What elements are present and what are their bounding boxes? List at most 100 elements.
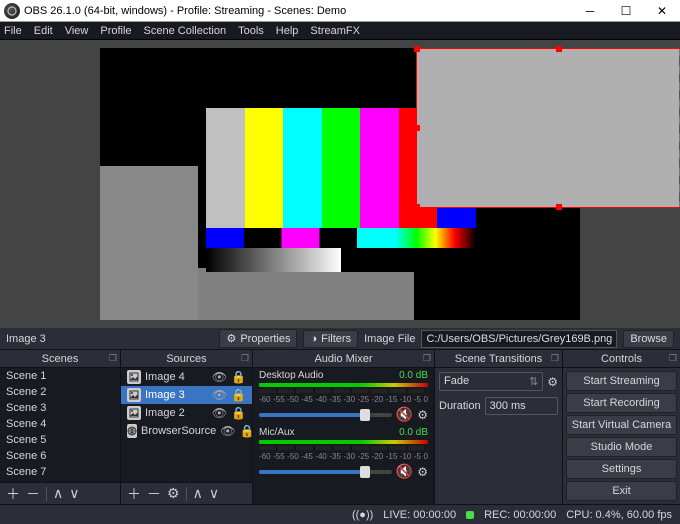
app-logo-icon bbox=[4, 3, 20, 19]
gear-icon: ⚙ bbox=[226, 332, 236, 345]
source-item[interactable]: BrowserSource 👁 🔒 bbox=[121, 422, 252, 440]
menu-help[interactable]: Help bbox=[276, 25, 299, 37]
control-button[interactable]: Start Virtual Camera bbox=[566, 415, 677, 435]
control-button[interactable]: Studio Mode bbox=[566, 437, 677, 457]
image-file-label: Image File bbox=[364, 333, 415, 345]
channel-name: Mic/Aux bbox=[259, 427, 295, 438]
scene-item[interactable]: Scene 6 bbox=[0, 448, 120, 464]
menu-profile[interactable]: Profile bbox=[100, 25, 131, 37]
source-add-button[interactable]: ＋ bbox=[127, 484, 141, 504]
control-button[interactable]: Start Recording bbox=[566, 393, 677, 413]
scene-item[interactable]: Scene 3 bbox=[0, 400, 120, 416]
dock-popout-icon[interactable]: ❐ bbox=[109, 353, 117, 364]
sources-list[interactable]: Image 4👁🔒Image 3👁🔒Image 2👁🔒BrowserSource… bbox=[121, 368, 252, 482]
source-item-label: BrowserSource bbox=[141, 425, 216, 437]
scene-up-button[interactable]: ∧ bbox=[53, 485, 63, 502]
menu-streamfx[interactable]: StreamFX bbox=[310, 25, 360, 37]
scene-down-button[interactable]: ∨ bbox=[69, 485, 79, 502]
docks-row: Scenes❐ Scene 1Scene 2Scene 3Scene 4Scen… bbox=[0, 350, 680, 504]
preview-canvas bbox=[100, 48, 580, 320]
dock-popout-icon[interactable]: ❐ bbox=[241, 353, 249, 364]
mute-button[interactable]: 🔇 bbox=[396, 406, 413, 423]
source-up-button[interactable]: ∧ bbox=[193, 485, 203, 502]
scene-remove-button[interactable]: － bbox=[26, 484, 40, 504]
audio-meter bbox=[259, 383, 428, 387]
dock-popout-icon[interactable]: ❐ bbox=[669, 353, 677, 364]
source-infobar: Image 3 ⚙Properties ◑Filters Image File … bbox=[0, 328, 680, 350]
source-down-button[interactable]: ∨ bbox=[209, 485, 219, 502]
visibility-toggle-icon[interactable]: 👁 bbox=[212, 406, 227, 420]
menu-view[interactable]: View bbox=[65, 25, 89, 37]
channel-db: 0.0 dB bbox=[399, 370, 428, 381]
control-button[interactable]: Settings bbox=[566, 459, 677, 479]
menu-scene-collection[interactable]: Scene Collection bbox=[144, 25, 227, 37]
source-item[interactable]: Image 4 👁 🔒 bbox=[121, 368, 252, 386]
lock-toggle-icon[interactable]: 🔒 bbox=[231, 370, 246, 384]
status-cpu: CPU: 0.4%, 60.00 fps bbox=[566, 509, 672, 521]
control-button[interactable]: Exit bbox=[566, 481, 677, 501]
dock-mixer-title: Audio Mixer bbox=[314, 353, 372, 365]
source-item-label: Image 4 bbox=[145, 371, 208, 383]
dock-transitions-title: Scene Transitions bbox=[455, 353, 542, 365]
channel-name: Desktop Audio bbox=[259, 370, 324, 381]
image-icon bbox=[127, 406, 141, 420]
source-item[interactable]: Image 3 👁 🔒 bbox=[121, 386, 252, 404]
audio-meter bbox=[259, 446, 428, 450]
scene-item[interactable]: Scene 7 bbox=[0, 464, 120, 480]
transition-duration-label: Duration bbox=[439, 400, 481, 412]
scenes-list[interactable]: Scene 1Scene 2Scene 3Scene 4Scene 5Scene… bbox=[0, 368, 120, 482]
transition-select[interactable]: Fade⇅ bbox=[439, 372, 543, 391]
control-button[interactable]: Start Streaming bbox=[566, 371, 677, 391]
source-properties-button[interactable]: ⚙ bbox=[167, 485, 180, 502]
dock-controls: Controls❐ Start StreamingStart Recording… bbox=[562, 350, 680, 504]
menu-edit[interactable]: Edit bbox=[34, 25, 53, 37]
source-remove-button[interactable]: － bbox=[147, 484, 161, 504]
menu-file[interactable]: File bbox=[4, 25, 22, 37]
scene-item[interactable]: Scene 2 bbox=[0, 384, 120, 400]
lock-toggle-icon[interactable]: 🔒 bbox=[239, 424, 252, 438]
transition-settings-button[interactable]: ⚙ bbox=[547, 375, 558, 389]
dock-transitions: Scene Transitions ❐ Fade⇅ ⚙ Duration 300 … bbox=[434, 350, 562, 504]
channel-settings-button[interactable]: ⚙ bbox=[417, 465, 428, 479]
maximize-button[interactable]: ☐ bbox=[608, 0, 644, 22]
dock-sources: Sources❐ Image 4👁🔒Image 3👁🔒Image 2👁🔒Brow… bbox=[120, 350, 252, 504]
lock-toggle-icon[interactable]: 🔒 bbox=[231, 388, 246, 402]
properties-button[interactable]: ⚙Properties bbox=[219, 329, 297, 348]
window-title: OBS 26.1.0 (64-bit, windows) - Profile: … bbox=[24, 5, 572, 17]
channel-settings-button[interactable]: ⚙ bbox=[417, 408, 428, 422]
menu-tools[interactable]: Tools bbox=[238, 25, 264, 37]
minimize-button[interactable]: ─ bbox=[572, 0, 608, 22]
menubar: File Edit View Profile Scene Collection … bbox=[0, 22, 680, 40]
filters-button[interactable]: ◑Filters bbox=[303, 330, 358, 348]
mute-button[interactable]: 🔇 bbox=[396, 463, 413, 480]
selected-source-outline[interactable] bbox=[416, 48, 680, 208]
statusbar: ((●)) LIVE: 00:00:00 REC: 00:00:00 CPU: … bbox=[0, 504, 680, 524]
preview-area[interactable] bbox=[0, 40, 680, 328]
scene-add-button[interactable]: ＋ bbox=[6, 484, 20, 504]
image-file-path[interactable]: C:/Users/OBS/Pictures/Grey169B.png bbox=[421, 330, 617, 348]
titlebar: OBS 26.1.0 (64-bit, windows) - Profile: … bbox=[0, 0, 680, 22]
browse-button[interactable]: Browse bbox=[623, 330, 674, 348]
visibility-toggle-icon[interactable]: 👁 bbox=[212, 370, 227, 384]
visibility-toggle-icon[interactable]: 👁 bbox=[212, 388, 227, 402]
mixer-channel: Mic/Aux0.0 dB-60-55-50-45-40-35-30-25-20… bbox=[253, 425, 434, 482]
scene-item[interactable]: Scene 8 bbox=[0, 480, 120, 482]
volume-slider[interactable] bbox=[259, 470, 392, 474]
dock-sources-title: Sources bbox=[166, 353, 206, 365]
close-button[interactable]: ✕ bbox=[644, 0, 680, 22]
scene-item[interactable]: Scene 5 bbox=[0, 432, 120, 448]
source-grey-left bbox=[100, 166, 198, 320]
mixer-body: Desktop Audio0.0 dB-60-55-50-45-40-35-30… bbox=[253, 368, 434, 504]
chevron-updown-icon: ⇅ bbox=[529, 375, 538, 388]
lock-toggle-icon[interactable]: 🔒 bbox=[231, 406, 246, 420]
dock-popout-icon[interactable]: ❐ bbox=[423, 353, 431, 364]
scene-item[interactable]: Scene 4 bbox=[0, 416, 120, 432]
transition-duration-field[interactable]: 300 ms bbox=[485, 397, 558, 415]
source-item-label: Image 3 bbox=[145, 389, 208, 401]
scene-item[interactable]: Scene 1 bbox=[0, 368, 120, 384]
source-item[interactable]: Image 2👁🔒 bbox=[121, 404, 252, 422]
dock-popout-icon[interactable]: ❐ bbox=[551, 353, 559, 364]
visibility-toggle-icon[interactable]: 👁 bbox=[220, 424, 235, 438]
rec-indicator-icon bbox=[466, 511, 474, 519]
volume-slider[interactable] bbox=[259, 413, 392, 417]
